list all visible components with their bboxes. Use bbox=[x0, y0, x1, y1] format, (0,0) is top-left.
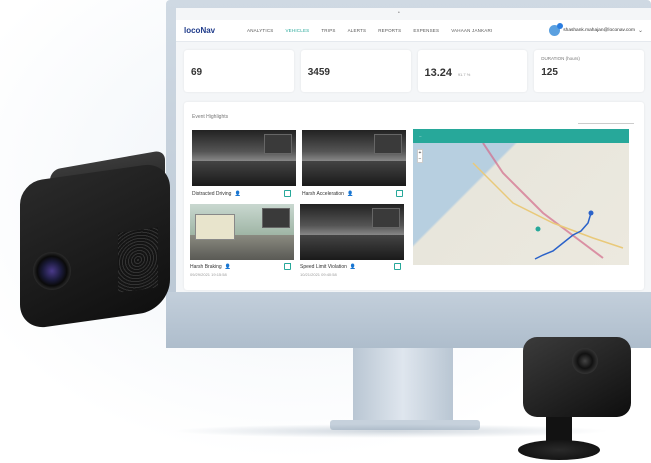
event-marker-icon bbox=[535, 226, 541, 232]
stat-card-4: DURATION (hours) 125 bbox=[534, 50, 644, 92]
event-video-thumbnail[interactable] bbox=[192, 130, 296, 186]
video-frame-road bbox=[302, 160, 406, 186]
nav-item-trips[interactable]: TRIPS bbox=[321, 28, 335, 33]
event-timestamp: 09/29/2021 19:15:58 bbox=[190, 272, 227, 277]
nav-item-analytics[interactable]: ANALYTICS bbox=[247, 28, 273, 33]
video-frame-road bbox=[192, 160, 296, 186]
event-title: Speed Limit Violation bbox=[300, 264, 347, 270]
stat-value: 3459 bbox=[307, 67, 330, 78]
camera-suction-base bbox=[518, 440, 600, 460]
event-video-thumbnail[interactable] bbox=[302, 130, 406, 186]
event-title: Harsh Acceleration bbox=[302, 191, 344, 197]
road-main bbox=[472, 162, 624, 249]
route-overlay bbox=[472, 143, 624, 260]
event-caption: Distracted Driving 👤 bbox=[192, 191, 241, 197]
open-external-icon[interactable] bbox=[396, 190, 403, 197]
top-navigation: locoNav ANALYTICS VEHICLES TRIPS ALERTS … bbox=[176, 20, 651, 42]
dashcam-lens bbox=[33, 252, 71, 290]
event-video-thumbnail[interactable] bbox=[300, 204, 404, 260]
nav-item-vehicles[interactable]: VEHICLES bbox=[285, 28, 309, 33]
open-external-icon[interactable] bbox=[284, 263, 291, 270]
map-zoom-controls[interactable]: + − bbox=[417, 149, 423, 163]
user-menu[interactable]: shashank.mahajan@loconav.com ⌄ bbox=[549, 23, 643, 36]
panel-title: Event Highlights bbox=[192, 114, 229, 120]
person-icon: 👤 bbox=[349, 264, 357, 270]
trip-map[interactable]: ← + − bbox=[413, 129, 629, 265]
nav-menu: ANALYTICS VEHICLES TRIPS ALERTS REPORTS … bbox=[247, 28, 492, 33]
open-external-icon[interactable] bbox=[394, 263, 401, 270]
person-icon: 👤 bbox=[224, 264, 231, 270]
open-external-icon[interactable] bbox=[284, 190, 291, 197]
person-icon: 👤 bbox=[234, 191, 241, 197]
stat-label bbox=[191, 56, 287, 62]
map-header: ← bbox=[413, 129, 629, 143]
app-screen: • locoNav ANALYTICS VEHICLES TRIPS ALERT… bbox=[176, 8, 651, 292]
cabin-camera-inset bbox=[264, 134, 292, 154]
road-highway bbox=[482, 143, 604, 259]
stat-value: 125 bbox=[541, 67, 558, 78]
event-caption: Speed Limit Violation 👤 bbox=[300, 264, 356, 270]
zoom-out-icon[interactable]: − bbox=[418, 156, 422, 162]
event-title: Distracted Driving bbox=[192, 191, 232, 197]
bus-in-frame bbox=[195, 214, 235, 240]
back-arrow-icon[interactable]: ← bbox=[419, 134, 423, 138]
stat-label bbox=[425, 56, 521, 62]
cabin-camera-inset bbox=[262, 208, 290, 228]
stat-card-1: 69 bbox=[184, 50, 294, 92]
stat-card-2: 3459 bbox=[300, 50, 411, 92]
stat-label: DURATION (hours) bbox=[541, 56, 580, 61]
indoor-camera-device bbox=[523, 337, 631, 417]
app-logo[interactable]: locoNav bbox=[184, 26, 239, 35]
nav-item-reports[interactable]: REPORTS bbox=[378, 28, 401, 33]
floor-shadow bbox=[170, 424, 610, 438]
person-icon: 👤 bbox=[346, 191, 354, 197]
dashcam-speaker-grille bbox=[118, 227, 158, 293]
stats-row: 69 3459 13.24 91.7 % DURATION (hours) 12… bbox=[184, 50, 644, 92]
event-caption: Harsh Acceleration 👤 bbox=[302, 191, 353, 197]
event-caption: Harsh Braking 👤 bbox=[190, 264, 231, 270]
stat-card-3: 13.24 91.7 % bbox=[417, 50, 528, 92]
chevron-down-icon[interactable]: ⌄ bbox=[638, 27, 643, 34]
monitor-stand bbox=[353, 348, 453, 424]
user-email: shashank.mahajan@loconav.com bbox=[563, 28, 635, 33]
nav-item-vahaan-jankari[interactable]: VAHAAN JANKARI bbox=[451, 28, 492, 33]
cabin-camera-inset bbox=[372, 208, 400, 228]
trip-route bbox=[534, 212, 592, 260]
stat-value: 69 bbox=[191, 67, 203, 78]
stat-percent: 91.7 % bbox=[457, 72, 471, 77]
stat-label bbox=[308, 56, 404, 62]
video-frame-road bbox=[300, 234, 404, 260]
stat-value-wrap: 13.24 91.7 % bbox=[425, 67, 521, 79]
event-title: Harsh Braking bbox=[190, 264, 222, 270]
indoor-camera-lens bbox=[572, 348, 598, 374]
event-video-thumbnail[interactable] bbox=[190, 204, 294, 260]
nav-item-expenses[interactable]: EXPENSES bbox=[413, 28, 439, 33]
vehicle-select[interactable] bbox=[578, 108, 634, 124]
cabin-camera-inset bbox=[374, 134, 402, 154]
avatar[interactable] bbox=[549, 23, 564, 36]
event-timestamp: 10/21/2021 09:40:58 bbox=[300, 272, 337, 277]
route-start-marker-icon bbox=[588, 210, 594, 216]
stat-value: 13.24 bbox=[424, 67, 453, 79]
camera-notch-icon: • bbox=[398, 10, 400, 16]
nav-item-alerts[interactable]: ALERTS bbox=[348, 28, 367, 33]
